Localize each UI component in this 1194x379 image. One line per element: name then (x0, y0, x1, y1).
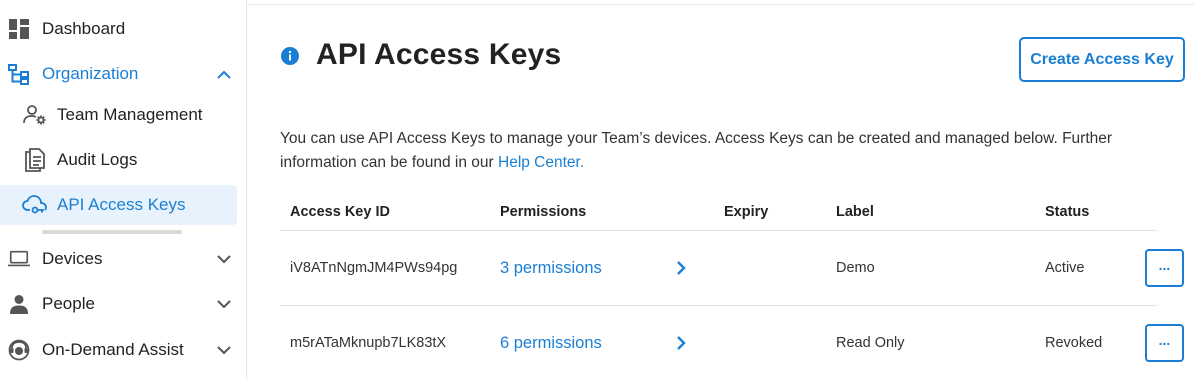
sidebar-item-api-access-keys[interactable]: API Access Keys (0, 185, 237, 225)
sidebar-item-label: Dashboard (42, 19, 126, 38)
sidebar-item-label: Devices (42, 249, 103, 268)
chevron-right-icon[interactable] (672, 259, 690, 277)
dashboard-grid-icon (8, 18, 30, 40)
sidebar: Dashboard Organization Team Management A… (0, 0, 247, 379)
create-access-key-button[interactable]: Create Access Key (1019, 37, 1185, 82)
chevron-down-icon[interactable] (214, 294, 234, 314)
column-header-permissions[interactable]: Permissions (500, 204, 586, 220)
sidebar-item-dashboard[interactable]: Dashboard (0, 8, 247, 50)
sidebar-item-label: Organization (42, 64, 139, 83)
document-icon (22, 148, 48, 172)
scrollbar-thumb[interactable] (42, 230, 182, 234)
team-settings-icon (22, 103, 48, 127)
chevron-down-icon[interactable] (214, 340, 234, 360)
sidebar-item-on-demand-assist[interactable]: On-Demand Assist (0, 329, 247, 371)
sidebar-item-label: People (42, 294, 95, 313)
sidebar-item-organization[interactable]: Organization (0, 53, 247, 95)
more-actions-button[interactable]: ... (1145, 249, 1184, 287)
cloud-key-icon (22, 193, 48, 217)
permissions-link[interactable]: 6 permissions (500, 334, 602, 353)
info-icon[interactable] (280, 46, 300, 66)
sidebar-item-label: Team Management (57, 105, 203, 124)
permissions-link[interactable]: 3 permissions (500, 259, 602, 278)
status-cell: Revoked (1045, 335, 1103, 351)
column-header-access-key-id[interactable]: Access Key ID (290, 204, 390, 220)
status-cell: Active (1045, 260, 1085, 276)
headset-agent-icon (8, 339, 30, 361)
column-header-label[interactable]: Label (836, 204, 874, 220)
sidebar-item-people[interactable]: People (0, 283, 247, 325)
description-text: You can use API Access Keys to manage yo… (280, 130, 1113, 171)
access-key-id-cell: iV8ATnNgmJM4PWs94pg (290, 260, 458, 276)
sidebar-item-audit-logs[interactable]: Audit Logs (0, 140, 237, 180)
sidebar-item-label: API Access Keys (57, 195, 186, 214)
sidebar-item-label: Audit Logs (57, 150, 138, 169)
help-center-link[interactable]: Help Center. (498, 154, 584, 171)
sidebar-item-team-management[interactable]: Team Management (0, 95, 237, 135)
chevron-up-icon[interactable] (214, 64, 234, 84)
page-title: API Access Keys (316, 38, 562, 71)
sidebar-item-devices[interactable]: Devices (0, 238, 247, 280)
table-divider (280, 230, 1157, 231)
label-cell: Read Only (836, 335, 905, 351)
access-key-id-cell: m5rATaMknupb7LK83tX (290, 335, 447, 351)
column-header-expiry[interactable]: Expiry (724, 204, 768, 220)
org-tree-icon (8, 63, 30, 85)
chevron-right-icon[interactable] (672, 334, 690, 352)
page-description: You can use API Access Keys to manage yo… (280, 127, 1160, 175)
more-actions-button[interactable]: ... (1145, 324, 1184, 362)
top-divider (248, 4, 1194, 5)
chevron-down-icon[interactable] (214, 249, 234, 269)
sidebar-item-label: On-Demand Assist (42, 340, 184, 359)
column-header-status[interactable]: Status (1045, 204, 1089, 220)
person-icon (8, 293, 30, 315)
laptop-icon (8, 248, 30, 270)
label-cell: Demo (836, 260, 875, 276)
table-divider (280, 305, 1157, 306)
